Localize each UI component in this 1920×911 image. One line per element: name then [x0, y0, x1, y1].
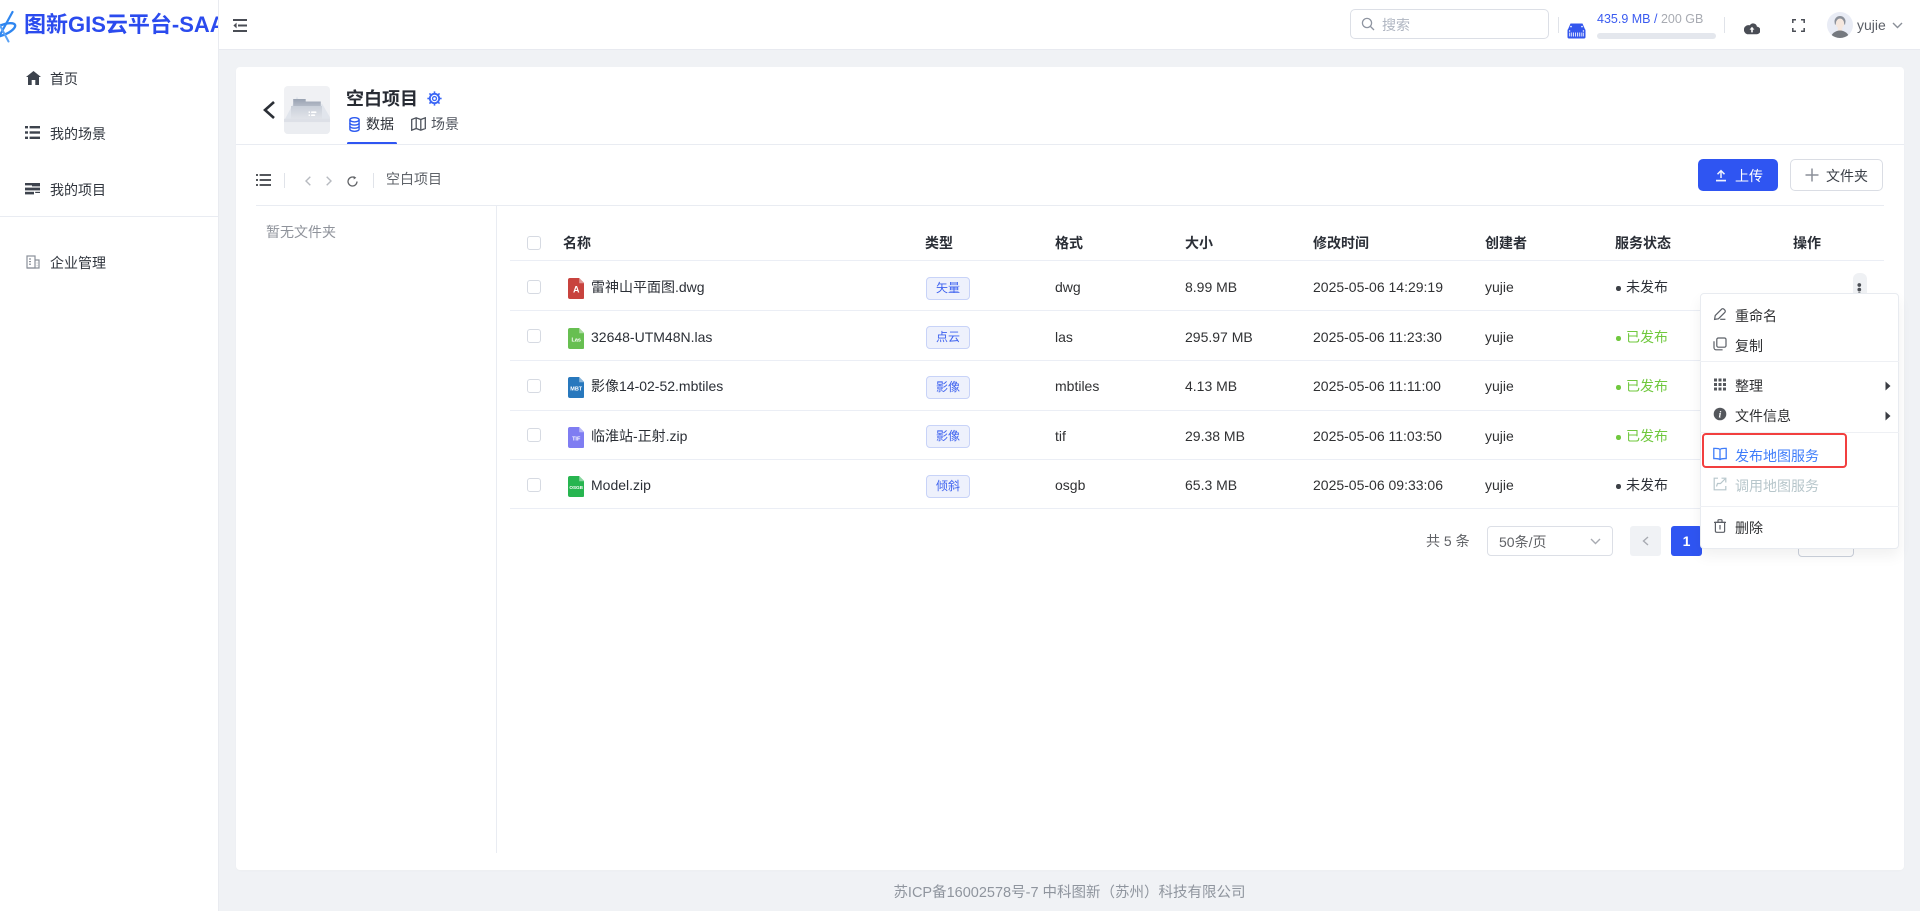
svg-text:MBT: MBT — [570, 387, 583, 393]
svg-text:Las: Las — [571, 338, 580, 344]
svg-text:i: i — [1719, 410, 1722, 420]
svg-text:TIF: TIF — [572, 437, 581, 443]
svg-text:A: A — [572, 285, 579, 295]
svg-text:OSGB: OSGB — [569, 485, 583, 490]
